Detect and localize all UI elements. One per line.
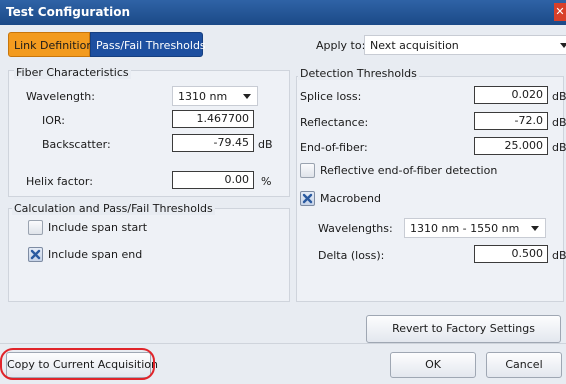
check-x-icon [30, 249, 41, 260]
splice-loss-field[interactable]: 0.020 [474, 86, 548, 104]
window-title: Test Configuration [6, 5, 131, 19]
backscatter-field[interactable]: -79.45 [172, 134, 254, 152]
check-x-icon [302, 193, 313, 204]
end-of-fiber-label: End-of-fiber: [300, 141, 368, 154]
delta-loss-field[interactable]: 0.500 [474, 245, 548, 263]
reflective-eof-checkbox[interactable] [300, 163, 315, 178]
macrobend-label[interactable]: Macrobend [320, 192, 381, 205]
include-span-end-checkbox[interactable] [28, 247, 43, 262]
ok-button[interactable]: OK [390, 352, 476, 378]
fiber-characteristics-title: Fiber Characteristics [14, 66, 131, 79]
reflective-eof-label[interactable]: Reflective end-of-fiber detection [320, 164, 497, 177]
wavelength-select[interactable]: 1310 nm [172, 86, 258, 106]
wavelengths-label: Wavelengths: [318, 222, 393, 235]
include-span-end-label[interactable]: Include span end [48, 248, 142, 261]
title-bar: Test Configuration ✕ [0, 0, 566, 25]
helix-factor-unit: % [261, 175, 272, 188]
apply-to-select[interactable]: Next acquisition [364, 35, 566, 55]
reflectance-field[interactable]: -72.0 [474, 112, 548, 130]
delta-loss-label: Delta (loss): [318, 249, 385, 262]
backscatter-unit: dB [258, 138, 273, 151]
wavelength-value: 1310 nm [178, 90, 228, 103]
revert-to-factory-settings-button[interactable]: Revert to Factory Settings [366, 315, 561, 343]
wavelengths-value: 1310 nm - 1550 nm [410, 222, 520, 235]
end-of-fiber-field[interactable]: 25.000 [474, 137, 548, 155]
delta-loss-unit: dB [552, 249, 566, 262]
end-of-fiber-unit: dB [552, 141, 566, 154]
splice-loss-unit: dB [552, 90, 566, 103]
ior-field[interactable]: 1.467700 [172, 110, 254, 128]
chevron-down-icon [243, 94, 251, 99]
backscatter-label: Backscatter: [42, 138, 111, 151]
wavelength-label: Wavelength: [26, 90, 95, 103]
apply-to-value: Next acquisition [370, 39, 459, 52]
reflectance-unit: dB [552, 116, 566, 129]
tab-pass-fail-thresholds[interactable]: Pass/Fail Thresholds [90, 32, 206, 57]
reflectance-label: Reflectance: [300, 116, 369, 129]
macrobend-checkbox[interactable] [300, 191, 315, 206]
apply-to-label: Apply to: [316, 39, 366, 52]
tab-link-definition[interactable]: Link Definition [8, 32, 93, 57]
highlight-ring [0, 348, 155, 380]
wavelengths-select[interactable]: 1310 nm - 1550 nm [404, 218, 546, 238]
include-span-start-checkbox[interactable] [28, 220, 43, 235]
helix-factor-label: Helix factor: [26, 175, 93, 188]
detection-thresholds-title: Detection Thresholds [298, 67, 419, 80]
cancel-button[interactable]: Cancel [486, 352, 562, 378]
calculation-title: Calculation and Pass/Fail Thresholds [12, 202, 215, 215]
chevron-down-icon [531, 226, 539, 231]
splice-loss-label: Splice loss: [300, 90, 362, 103]
ior-label: IOR: [42, 114, 65, 127]
chevron-down-icon [560, 43, 566, 48]
detection-thresholds-panel [296, 76, 564, 302]
footer-divider [0, 343, 566, 344]
helix-factor-field[interactable]: 0.00 [172, 171, 254, 189]
close-icon[interactable]: ✕ [554, 3, 566, 21]
include-span-start-label[interactable]: Include span start [48, 221, 147, 234]
